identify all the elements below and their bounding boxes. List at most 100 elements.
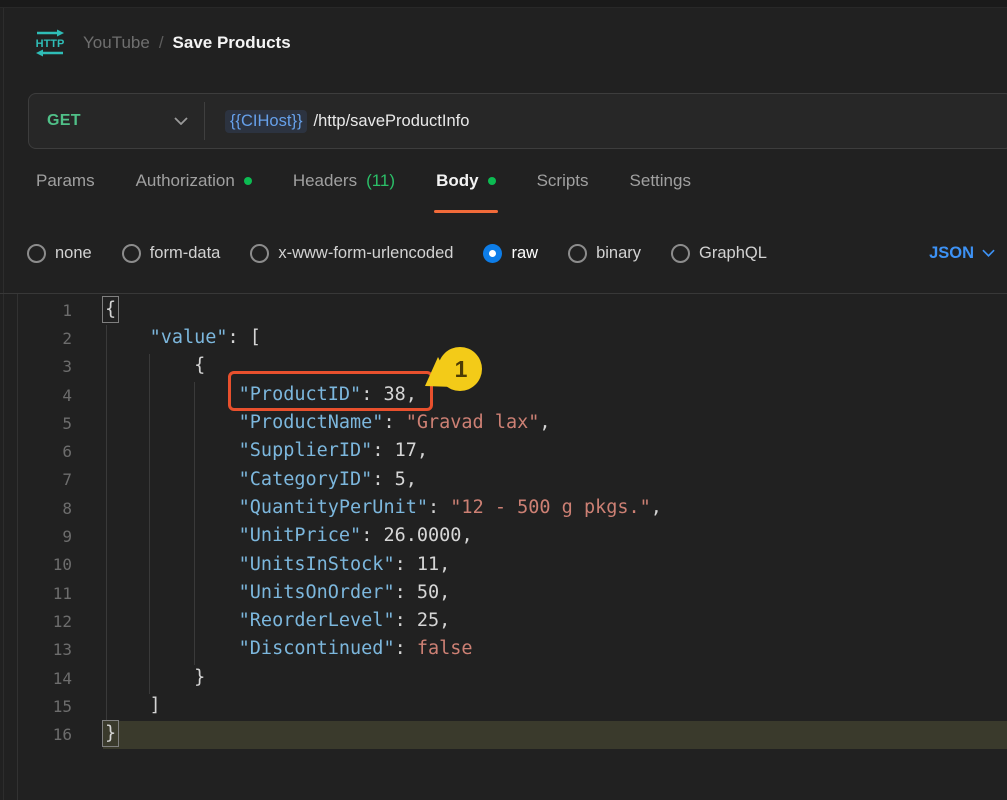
http-icon-label: HTTP <box>36 38 65 50</box>
line-number: 15 <box>0 697 72 716</box>
radio-label: binary <box>596 244 641 263</box>
url-path: /http/saveProductInfo <box>313 112 469 131</box>
body-type-form-data[interactable]: form-data <box>122 244 221 263</box>
url-input[interactable]: {{CIHost}} /http/saveProductInfo <box>205 94 1007 148</box>
request-tabs: Params Authorization Headers (11) Body S… <box>0 149 1007 213</box>
breadcrumb: YouTube / Save Products <box>83 33 291 53</box>
body-type-raw[interactable]: raw <box>483 244 538 263</box>
breadcrumb-separator: / <box>159 33 164 53</box>
code-text[interactable]: "CategoryID": 5, <box>72 471 417 490</box>
code-line: 11 "UnitsOnOrder": 50, <box>0 579 1007 607</box>
radio-icon <box>671 244 690 263</box>
http-request-icon: HTTP <box>33 28 67 58</box>
status-dot <box>488 177 496 185</box>
tab-headers[interactable]: Headers (11) <box>293 149 395 213</box>
code-line: 10 "UnitsInStock": 11, <box>0 551 1007 579</box>
line-number: 4 <box>0 386 72 405</box>
radio-label: form-data <box>150 244 221 263</box>
status-dot <box>244 177 252 185</box>
code-text[interactable]: } <box>72 669 205 688</box>
line-number: 7 <box>0 470 72 489</box>
tab-authorization[interactable]: Authorization <box>136 149 252 213</box>
code-text[interactable]: "ProductName": "Gravad lax", <box>72 414 551 433</box>
line-number: 14 <box>0 669 72 688</box>
code-line: 16} <box>0 720 1007 748</box>
radio-label: none <box>55 244 92 263</box>
code-line: 1{ <box>0 296 1007 324</box>
code-text[interactable]: "ReorderLevel": 25, <box>72 612 450 631</box>
request-header: HTTP YouTube / Save Products <box>0 8 1007 78</box>
radio-icon <box>568 244 587 263</box>
page-title: Save Products <box>173 33 291 53</box>
radio-label: raw <box>511 244 538 263</box>
code-text[interactable]: "Discontinued": false <box>72 640 473 659</box>
line-number: 6 <box>0 442 72 461</box>
code-line: 3 { <box>0 353 1007 381</box>
line-number: 5 <box>0 414 72 433</box>
radio-label: x-www-form-urlencoded <box>278 244 453 263</box>
body-type-row: none form-data x-www-form-urlencoded raw… <box>0 213 1007 293</box>
body-type-binary[interactable]: binary <box>568 244 641 263</box>
tab-label: Params <box>36 171 95 191</box>
line-number: 11 <box>0 584 72 603</box>
body-type-none[interactable]: none <box>27 244 92 263</box>
code-line: 15 ] <box>0 692 1007 720</box>
code-line: 7 "CategoryID": 5, <box>0 466 1007 494</box>
code-text[interactable]: "QuantityPerUnit": "12 - 500 g pkgs.", <box>72 499 662 518</box>
code-text[interactable]: { <box>72 301 116 320</box>
line-number: 12 <box>0 612 72 631</box>
code-line: 9 "UnitPrice": 26.0000, <box>0 522 1007 550</box>
chevron-down-icon <box>174 117 188 125</box>
chevron-down-icon <box>982 249 995 257</box>
tab-body[interactable]: Body <box>436 149 496 213</box>
code-line: 6 "SupplierID": 17, <box>0 437 1007 465</box>
tab-settings[interactable]: Settings <box>630 149 691 213</box>
line-number: 9 <box>0 527 72 546</box>
code-line: 8 "QuantityPerUnit": "12 - 500 g pkgs.", <box>0 494 1007 522</box>
tab-label: Headers <box>293 171 357 191</box>
radio-icon <box>250 244 269 263</box>
code-text[interactable]: "SupplierID": 17, <box>72 442 428 461</box>
line-number: 8 <box>0 499 72 518</box>
language-label: JSON <box>929 244 974 263</box>
code-text[interactable]: "UnitPrice": 26.0000, <box>72 527 473 546</box>
code-line: 5 "ProductName": "Gravad lax", <box>0 409 1007 437</box>
body-type-graphql[interactable]: GraphQL <box>671 244 767 263</box>
line-number: 16 <box>0 725 72 744</box>
request-bar: GET {{CIHost}} /http/saveProductInfo <box>28 93 1007 149</box>
code-line: 4 "ProductID": 38, <box>0 381 1007 409</box>
code-text[interactable]: ] <box>72 697 161 716</box>
code-text[interactable]: "value": [ <box>72 329 261 348</box>
method-dropdown[interactable]: GET <box>29 94 204 148</box>
line-number: 10 <box>0 555 72 574</box>
tab-params[interactable]: Params <box>36 149 95 213</box>
method-label: GET <box>47 112 81 130</box>
code-line: 14 } <box>0 664 1007 692</box>
code-line: 12 "ReorderLevel": 25, <box>0 607 1007 635</box>
url-variable-chip[interactable]: {{CIHost}} <box>225 110 307 133</box>
radio-label: GraphQL <box>699 244 767 263</box>
code-text[interactable]: "UnitsOnOrder": 50, <box>72 584 450 603</box>
breadcrumb-collection[interactable]: YouTube <box>83 33 150 53</box>
language-dropdown[interactable]: JSON <box>929 244 995 263</box>
body-type-urlencoded[interactable]: x-www-form-urlencoded <box>250 244 453 263</box>
line-number: 2 <box>0 329 72 348</box>
window-top-strip <box>0 0 1007 8</box>
code-text[interactable]: "ProductID": 38, <box>72 386 417 405</box>
tab-label: Settings <box>630 171 691 191</box>
radio-icon <box>27 244 46 263</box>
radio-selected-icon <box>483 244 502 263</box>
line-number: 3 <box>0 357 72 376</box>
tab-label: Scripts <box>537 171 589 191</box>
line-number: 1 <box>0 301 72 320</box>
code-text[interactable]: "UnitsInStock": 11, <box>72 556 450 575</box>
code-line: 2 "value": [ <box>0 324 1007 352</box>
tab-scripts[interactable]: Scripts <box>537 149 589 213</box>
line-number: 13 <box>0 640 72 659</box>
code-text[interactable]: } <box>72 725 116 744</box>
radio-icon <box>122 244 141 263</box>
code-text[interactable]: { <box>72 357 205 376</box>
code-line: 13 "Discontinued": false <box>0 636 1007 664</box>
body-editor[interactable]: 1{2 "value": [3 {4 "ProductID": 38,5 "Pr… <box>0 293 1007 800</box>
tab-label: Authorization <box>136 171 235 191</box>
